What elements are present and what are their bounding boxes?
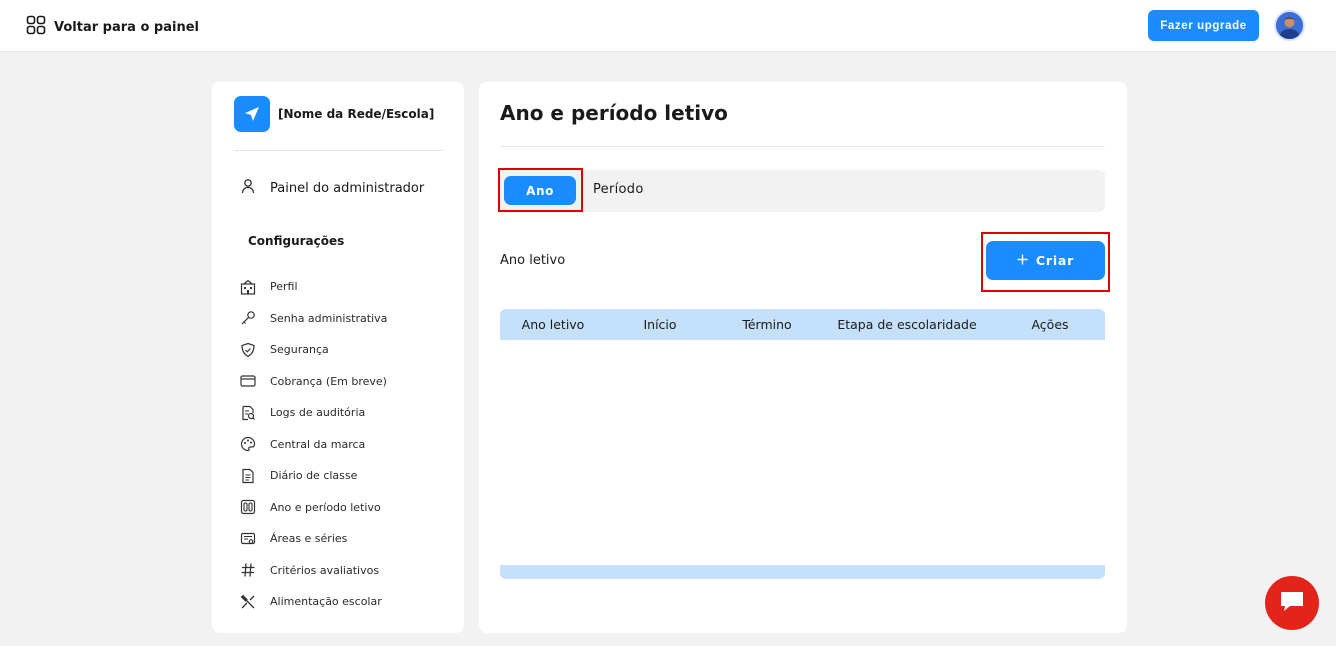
sidebar-item-label: Ano e período letivo bbox=[270, 500, 381, 514]
column-header: Ações bbox=[1031, 317, 1069, 332]
column-header: Ano letivo bbox=[521, 317, 585, 332]
sidebar-item-label: Diário de classe bbox=[270, 469, 358, 483]
section-label: Ano letivo bbox=[500, 253, 566, 268]
sidebar-item-label: Áreas e séries bbox=[270, 532, 348, 546]
sidebar-divider bbox=[234, 150, 443, 151]
chat-button[interactable] bbox=[1265, 576, 1319, 630]
back-link-label: Voltar para o painel bbox=[54, 19, 199, 35]
key-icon bbox=[240, 310, 256, 326]
tab-periodo[interactable]: Período bbox=[593, 182, 644, 197]
utensils-icon bbox=[240, 594, 256, 610]
sidebar-item-security[interactable]: Segurança bbox=[240, 334, 387, 366]
sidebar-item-label: Central da marca bbox=[270, 437, 366, 451]
sidebar-item-profile[interactable]: Perfil bbox=[240, 271, 387, 303]
main-panel: Ano e período letivo Ano Período Ano let… bbox=[479, 82, 1127, 633]
sidebar-item-school-year[interactable]: Ano e período letivo bbox=[240, 492, 387, 524]
tab-bar: Ano Período bbox=[500, 170, 1105, 212]
certificate-icon bbox=[240, 531, 256, 547]
calendar-period-icon bbox=[240, 499, 256, 515]
admin-panel-label: Painel do administrador bbox=[270, 180, 425, 196]
brand-name: [Nome da Rede/Escola] bbox=[278, 107, 435, 121]
title-divider bbox=[500, 146, 1105, 147]
shield-icon bbox=[240, 342, 256, 358]
sidebar-item-evaluation-criteria[interactable]: Critérios avaliativos bbox=[240, 555, 387, 587]
back-to-dashboard-link[interactable]: Voltar para o painel bbox=[26, 15, 199, 39]
sidebar-item-brand-center[interactable]: Central da marca bbox=[240, 429, 387, 461]
palette-icon bbox=[240, 436, 256, 452]
audit-log-icon bbox=[240, 405, 256, 421]
sidebar-item-areas-grades[interactable]: Áreas e séries bbox=[240, 523, 387, 555]
sidebar-item-billing[interactable]: Cobrança (Em breve) bbox=[240, 366, 387, 398]
page-title: Ano e período letivo bbox=[500, 101, 728, 125]
user-icon bbox=[240, 178, 256, 198]
grid-apps-icon bbox=[26, 15, 46, 39]
table-footer bbox=[500, 565, 1105, 579]
profile-building-icon bbox=[240, 279, 256, 295]
sidebar-item-label: Segurança bbox=[270, 343, 329, 357]
settings-section-title: Configurações bbox=[248, 234, 345, 248]
sidebar-item-audit-logs[interactable]: Logs de auditória bbox=[240, 397, 387, 429]
table-header: Ano letivo Início Término Etapa de escol… bbox=[500, 309, 1105, 340]
column-header: Etapa de escolaridade bbox=[837, 317, 977, 332]
chat-bubble-icon bbox=[1279, 589, 1305, 617]
sidebar-item-class-diary[interactable]: Diário de classe bbox=[240, 460, 387, 492]
sidebar-item-admin-panel[interactable]: Painel do administrador bbox=[240, 178, 424, 198]
document-icon bbox=[240, 468, 256, 484]
settings-sidebar: [Nome da Rede/Escola] Painel do administ… bbox=[212, 82, 464, 633]
hash-icon bbox=[240, 562, 256, 578]
settings-menu: Perfil Senha administrativa Segurança Co… bbox=[240, 271, 387, 618]
column-header: Início bbox=[643, 317, 677, 332]
column-header: Término bbox=[742, 317, 792, 332]
sidebar-item-label: Cobrança (Em breve) bbox=[270, 374, 387, 388]
upgrade-button[interactable]: Fazer upgrade bbox=[1148, 10, 1259, 41]
paper-plane-icon bbox=[234, 96, 270, 132]
user-avatar[interactable] bbox=[1274, 10, 1305, 41]
highlight-box-create bbox=[981, 232, 1110, 292]
brand: [Nome da Rede/Escola] bbox=[234, 96, 434, 132]
sidebar-item-label: Critérios avaliativos bbox=[270, 563, 380, 577]
sidebar-item-label: Perfil bbox=[270, 280, 298, 294]
card-icon bbox=[240, 373, 256, 389]
sidebar-item-admin-password[interactable]: Senha administrativa bbox=[240, 303, 387, 335]
sidebar-item-label: Logs de auditória bbox=[270, 406, 366, 420]
sidebar-item-label: Senha administrativa bbox=[270, 311, 388, 325]
highlight-box-tab bbox=[498, 168, 583, 212]
top-bar: Voltar para o painel Fazer upgrade bbox=[0, 0, 1336, 52]
sidebar-item-label: Alimentação escolar bbox=[270, 595, 382, 609]
sidebar-item-school-meals[interactable]: Alimentação escolar bbox=[240, 586, 387, 618]
